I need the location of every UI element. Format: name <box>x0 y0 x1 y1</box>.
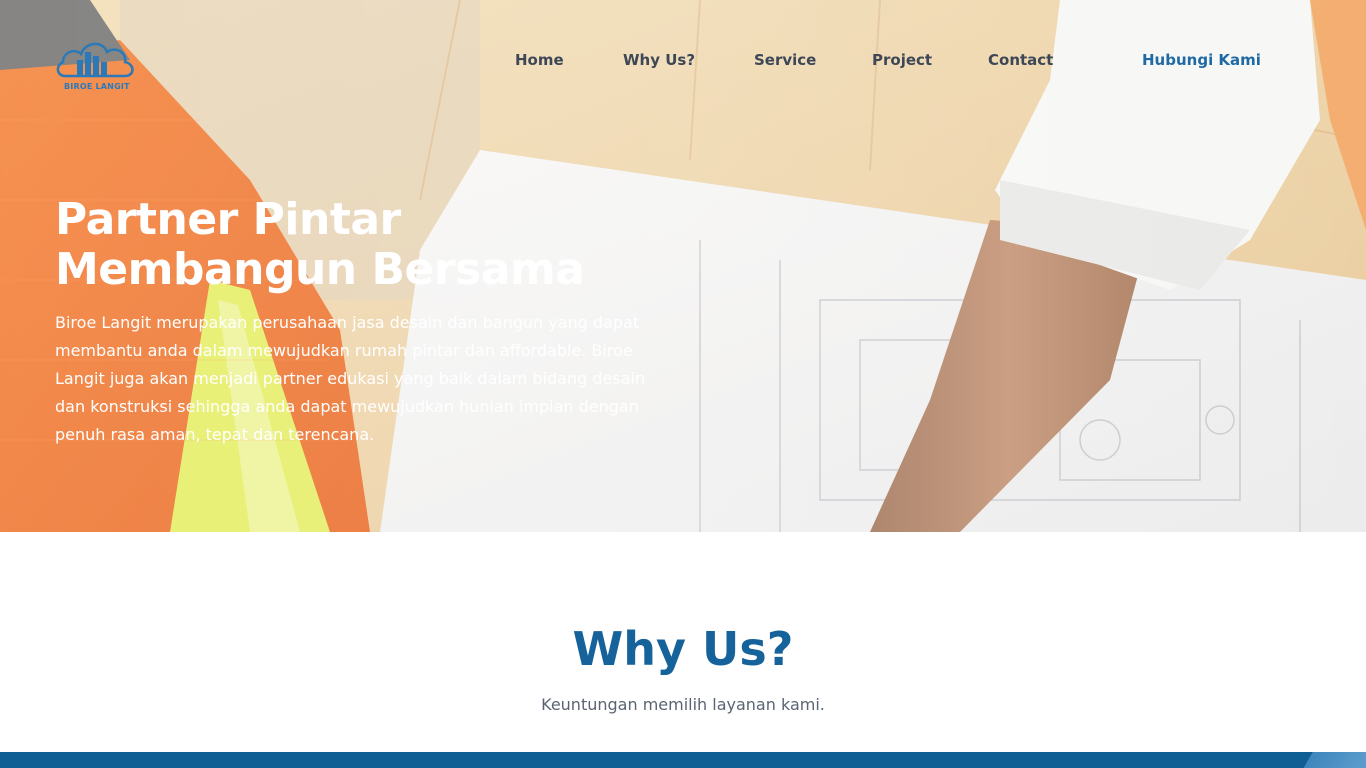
hero-title-line-2: Membangun Bersama <box>55 244 585 295</box>
why-us-title: Why Us? <box>572 622 794 676</box>
nav-item-project[interactable]: Project <box>872 51 932 69</box>
hero-title: Partner Pintar Membangun Bersama <box>55 195 675 295</box>
band-corner-accent <box>1286 752 1366 768</box>
nav-item-home[interactable]: Home <box>515 51 564 69</box>
hero-title-line-1: Partner Pintar <box>55 194 401 245</box>
hero-section: BIROE LANGIT Home Why Us? Service Projec… <box>0 0 1366 532</box>
why-us-subtitle: Keuntungan memilih layanan kami. <box>541 695 825 714</box>
logo-text: BIROE LANGIT <box>64 82 130 91</box>
nav-item-contact[interactable]: Contact <box>988 51 1053 69</box>
bottom-blue-band <box>0 752 1366 768</box>
hubungi-kami-button[interactable]: Hubungi Kami <box>1142 51 1261 69</box>
nav-item-why-us[interactable]: Why Us? <box>623 51 695 69</box>
hero-description: Biroe Langit merupakan perusahaan jasa d… <box>55 313 646 444</box>
nav-item-service[interactable]: Service <box>754 51 816 69</box>
